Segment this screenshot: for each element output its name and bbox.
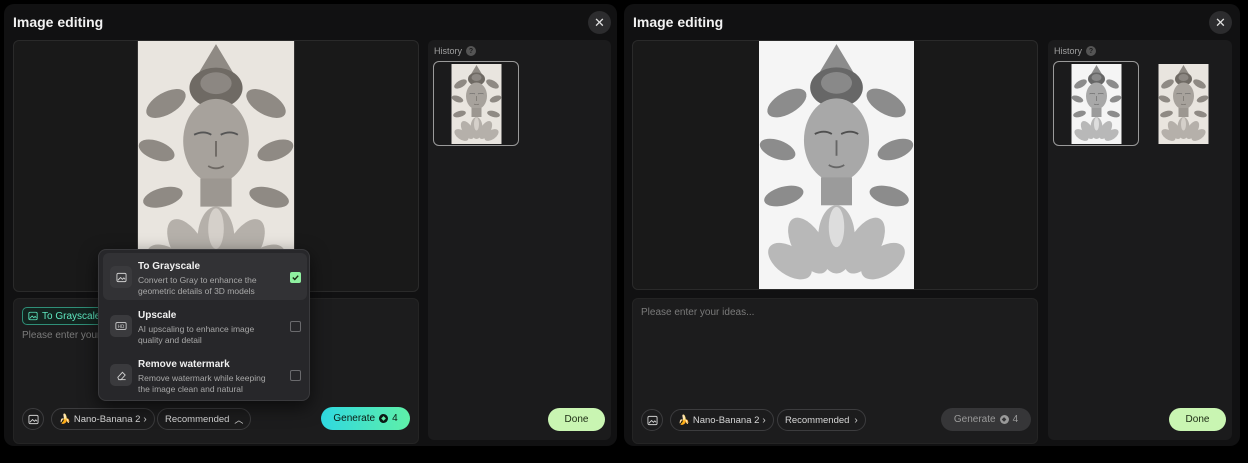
chevron-right-icon: › [854,414,858,426]
upload-image-button[interactable] [22,408,44,430]
history-panel: History ? [428,40,611,440]
credit-icon: ◆ [999,415,1009,424]
option-checkbox[interactable] [290,370,301,381]
history-thumbnail[interactable] [433,61,519,146]
done-button[interactable]: Done [1169,408,1226,431]
image-icon [27,414,39,424]
history-header: History ? [1054,46,1097,56]
model-label: Nano-Banana 2 [73,413,141,425]
generate-label: Generate [953,414,996,425]
option-to-grayscale[interactable]: To Grayscale Convert to Gray to enhance … [103,253,307,300]
preset-selector[interactable]: Recommended ︿ [157,408,252,430]
image-editing-panel: Image editing ✕ Please enter your ideas.… [624,4,1240,446]
history-thumbnail[interactable] [1053,61,1139,146]
preset-label: Recommended [785,414,850,426]
history-label: History [434,46,463,56]
history-label: History [1054,46,1083,56]
image-preview [632,40,1038,290]
generate-button[interactable]: Generate ◆ 4 [941,408,1031,431]
option-title: Upscale [138,310,177,321]
option-upscale[interactable]: HD Upscale AI upscaling to enhance image… [103,302,307,349]
option-checkbox[interactable] [290,272,301,283]
chevron-right-icon: › [762,414,766,426]
image-icon [28,311,38,321]
chevron-right-icon: › [143,413,147,425]
history-header: History ? [434,46,477,56]
help-icon[interactable]: ? [1086,46,1097,56]
generate-label: Generate [333,413,376,424]
preset-selector[interactable]: Recommended › [777,409,866,431]
option-title: Remove watermark [138,359,230,370]
image-icon [110,266,132,288]
generate-button[interactable]: Generate ◆ 4 [321,407,410,430]
tag-label: To Grayscale [42,310,101,322]
done-button[interactable]: Done [548,408,605,431]
preview-image [753,41,920,289]
option-description: AI upscaling to enhance image quality an… [138,324,255,345]
prompt-input[interactable]: Please enter your ideas... [641,307,754,318]
history-thumbnail[interactable] [1153,61,1213,146]
chevron-up-icon: ︿ [234,414,244,425]
close-icon: ✕ [1215,14,1226,30]
selected-tool-tag[interactable]: To Grayscale [22,307,107,325]
generate-cost: 4 [392,413,398,424]
panel-title: Image editing [633,14,724,30]
image-editing-panel: Image editing ✕ Please enter your ideas.… [4,4,617,446]
close-button[interactable]: ✕ [1209,11,1232,34]
svg-text:HD: HD [118,324,125,330]
hd-icon: HD [110,315,132,337]
help-icon[interactable]: ? [466,46,477,56]
close-icon: ✕ [594,14,605,30]
banana-icon: 🍌 [678,414,690,426]
model-label: Nano-Banana 2 [692,414,760,426]
option-description: Remove watermark while keeping the image… [138,373,266,394]
model-selector[interactable]: 🍌 Nano-Banana 2 › [670,409,774,431]
panel-title: Image editing [13,14,104,30]
check-icon [292,275,299,281]
eraser-icon [110,364,132,386]
option-remove-watermark[interactable]: Remove watermark Remove watermark while … [103,351,307,398]
option-checkbox[interactable] [290,321,301,332]
image-icon [646,415,658,425]
model-selector[interactable]: 🍌 Nano-Banana 2 › [51,408,155,430]
option-description: Convert to Gray to enhance the geometric… [138,275,257,296]
tool-dropdown: To Grayscale Convert to Gray to enhance … [98,249,310,401]
upload-image-button[interactable] [641,409,663,431]
close-button[interactable]: ✕ [588,11,611,34]
credit-icon: ◆ [379,414,389,423]
history-panel: History ? [1048,40,1232,440]
generate-cost: 4 [1012,414,1019,425]
banana-icon: 🍌 [59,413,71,425]
option-title: To Grayscale [138,261,201,272]
preset-label: Recommended [165,413,230,425]
